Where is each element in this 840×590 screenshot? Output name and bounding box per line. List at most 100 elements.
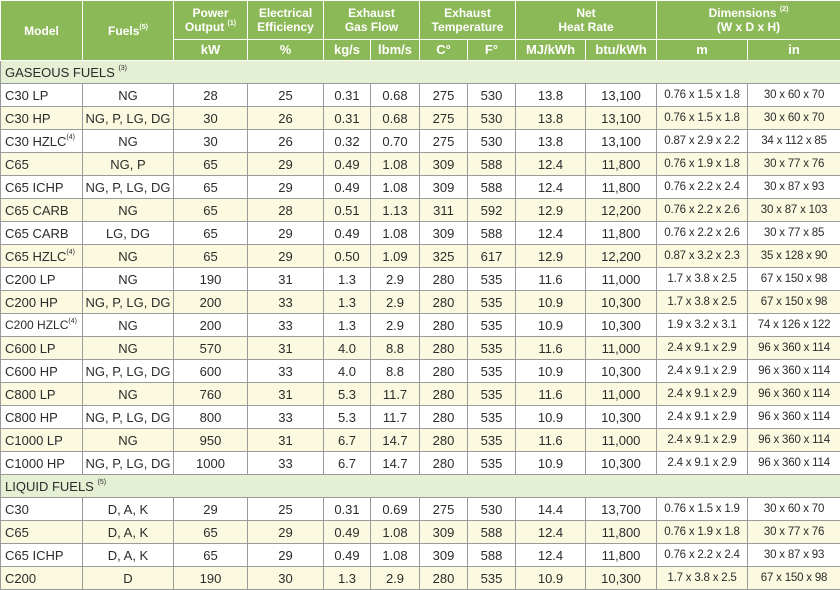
cell-model: C800 HP <box>0 405 83 429</box>
cell-model: C65 HZLC(4) <box>0 244 83 268</box>
cell-heat-rate-mj: 11.6 <box>515 336 586 360</box>
cell-flow-lbms: 1.09 <box>370 244 420 268</box>
cell-temp-c: 280 <box>419 405 468 429</box>
cell-flow-kgs: 0.32 <box>323 129 371 153</box>
cell-temp-c: 325 <box>419 244 468 268</box>
cell-model: C600 LP <box>0 336 83 360</box>
table-row: C65 CARB LG, DG 65 29 0.49 1.08 309 588 12.4 11,8… <box>0 221 840 245</box>
table-row: C30 HP NG, P, LG, DG 30 26 0.31 0.68 275 530 13.… <box>0 106 840 130</box>
cell-dim-m: 0.76 x 1.9 x 1.8 <box>656 152 749 176</box>
cell-temp-c: 309 <box>419 152 468 176</box>
cell-efficiency: 29 <box>247 152 324 176</box>
cell-temp-f: 592 <box>467 198 516 222</box>
cell-efficiency: 33 <box>247 451 324 475</box>
cell-model: C30 <box>0 497 83 521</box>
cell-temp-f: 535 <box>467 566 516 590</box>
cell-efficiency: 30 <box>247 566 324 590</box>
cell-temp-f: 535 <box>467 382 516 406</box>
cell-efficiency: 29 <box>247 175 324 199</box>
cell-flow-kgs: 4.0 <box>323 359 371 383</box>
cell-dim-in: 96 x 360 x 114 <box>747 359 840 383</box>
table-row: C1000 LP NG 950 31 6.7 14.7 280 535 11.6 11,000 2.… <box>0 428 840 452</box>
cell-fuels: NG, P, LG, DG <box>82 290 174 314</box>
cell-temp-f: 530 <box>467 497 516 521</box>
cell-efficiency: 31 <box>247 382 324 406</box>
table-row: C30 LP NG 28 25 0.31 0.68 275 530 13.8 13,100 0.76… <box>0 83 840 107</box>
cell-heat-rate-mj: 10.9 <box>515 451 586 475</box>
cell-dim-m: 0.87 x 2.9 x 2.2 <box>656 129 749 153</box>
cell-heat-rate-mj: 10.9 <box>515 313 586 337</box>
cell-dim-m: 1.7 x 3.8 x 2.5 <box>656 267 749 291</box>
cell-heat-rate-btu: 10,300 <box>584 359 658 383</box>
table-header: Model Fuels(5) Power Output (1) Electrica… <box>0 0 840 61</box>
cell-temp-f: 530 <box>467 106 516 130</box>
cell-flow-lbms: 1.08 <box>370 520 420 544</box>
unit-kgs: kg/s <box>323 39 371 61</box>
cell-temp-f: 535 <box>467 451 516 475</box>
table-row: C1000 HP NG, P, LG, DG 1000 33 6.7 14.7 280 535… <box>0 451 840 475</box>
cell-temp-c: 280 <box>419 313 468 337</box>
cell-temp-f: 535 <box>467 267 516 291</box>
cell-dim-in: 30 x 87 x 93 <box>747 543 840 567</box>
cell-heat-rate-mj: 12.9 <box>515 244 586 268</box>
cell-temp-c: 309 <box>419 221 468 245</box>
cell-flow-lbms: 2.9 <box>370 566 420 590</box>
cell-fuels: D <box>82 566 174 590</box>
cell-flow-lbms: 8.8 <box>370 336 420 360</box>
cell-heat-rate-btu: 10,300 <box>584 451 658 475</box>
cell-dim-m: 1.9 x 3.2 x 3.1 <box>656 313 749 337</box>
cell-flow-kgs: 0.49 <box>323 175 371 199</box>
cell-efficiency: 33 <box>247 313 324 337</box>
cell-temp-c: 309 <box>419 520 468 544</box>
cell-temp-f: 617 <box>467 244 516 268</box>
cell-heat-rate-btu: 11,000 <box>584 382 658 406</box>
cell-temp-f: 588 <box>467 175 516 199</box>
specs-table: Model Fuels(5) Power Output (1) Electrica… <box>0 0 840 590</box>
unit-fahrenheit: F° <box>467 39 516 61</box>
cell-model: C30 HP <box>0 106 83 130</box>
cell-temp-c: 275 <box>419 129 468 153</box>
cell-fuels: NG <box>82 382 174 406</box>
section-header-row: LIQUID FUELS (5) <box>0 474 840 498</box>
cell-temp-f: 535 <box>467 313 516 337</box>
cell-fuels: NG, P, LG, DG <box>82 405 174 429</box>
cell-model: C65 <box>0 152 83 176</box>
cell-flow-lbms: 0.69 <box>370 497 420 521</box>
cell-dim-m: 0.76 x 1.5 x 1.8 <box>656 106 749 130</box>
cell-fuels: NG, P <box>82 152 174 176</box>
cell-temp-c: 309 <box>419 175 468 199</box>
cell-flow-kgs: 0.49 <box>323 543 371 567</box>
cell-flow-kgs: 0.49 <box>323 152 371 176</box>
unit-meters: m <box>656 39 749 61</box>
cell-efficiency: 33 <box>247 290 324 314</box>
cell-dim-m: 0.76 x 1.5 x 1.9 <box>656 497 749 521</box>
cell-dim-in: 30 x 77 x 76 <box>747 152 840 176</box>
cell-heat-rate-btu: 11,000 <box>584 267 658 291</box>
cell-flow-lbms: 8.8 <box>370 359 420 383</box>
cell-power-kw: 760 <box>173 382 248 406</box>
table-row: C65 ICHP NG, P, LG, DG 65 29 0.49 1.08 309 588 1… <box>0 175 840 199</box>
cell-flow-lbms: 2.9 <box>370 267 420 291</box>
cell-dim-m: 0.87 x 3.2 x 2.3 <box>656 244 749 268</box>
cell-fuels: D, A, K <box>82 543 174 567</box>
table-row: C65 ICHP D, A, K 65 29 0.49 1.08 309 588 12.4 11,… <box>0 543 840 567</box>
cell-heat-rate-mj: 14.4 <box>515 497 586 521</box>
unit-kw: kW <box>173 39 248 61</box>
cell-dim-in: 34 x 112 x 85 <box>747 129 840 153</box>
cell-flow-lbms: 2.9 <box>370 290 420 314</box>
cell-power-kw: 29 <box>173 497 248 521</box>
cell-efficiency: 29 <box>247 520 324 544</box>
cell-dim-m: 0.76 x 2.2 x 2.6 <box>656 221 749 245</box>
cell-dim-m: 0.76 x 2.2 x 2.4 <box>656 543 749 567</box>
cell-fuels: NG, P, LG, DG <box>82 175 174 199</box>
cell-model: C65 ICHP <box>0 175 83 199</box>
cell-flow-kgs: 6.7 <box>323 428 371 452</box>
cell-heat-rate-btu: 13,100 <box>584 129 658 153</box>
table-row: C800 HP NG, P, LG, DG 800 33 5.3 11.7 280 535 10… <box>0 405 840 429</box>
cell-power-kw: 65 <box>173 543 248 567</box>
cell-dim-m: 2.4 x 9.1 x 2.9 <box>656 336 749 360</box>
cell-model: C30 HZLC(4) <box>0 129 83 153</box>
cell-heat-rate-mj: 13.8 <box>515 129 586 153</box>
table-row: C65 CARB NG 65 28 0.51 1.13 311 592 12.9 12,200 0.… <box>0 198 840 222</box>
cell-heat-rate-mj: 10.9 <box>515 359 586 383</box>
